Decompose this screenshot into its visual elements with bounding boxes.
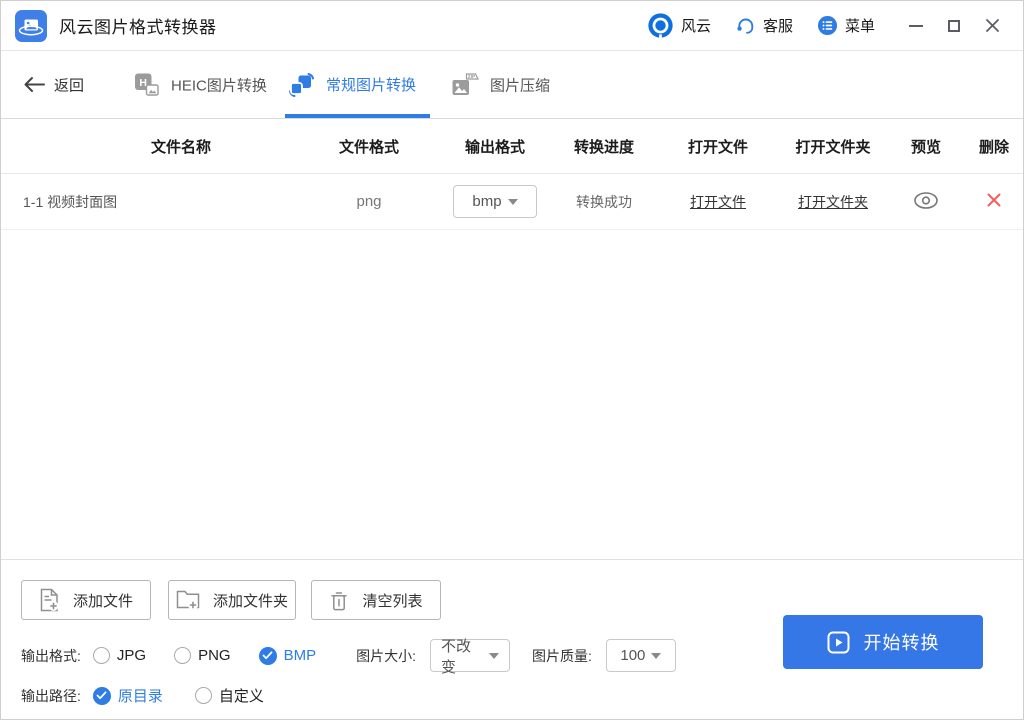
output-format-label: 输出格式: [21,647,81,664]
support-button[interactable]: 客服 [735,15,793,36]
output-path-label: 输出路径: [21,687,81,704]
add-file-icon [40,588,59,612]
clear-list-label: 清空列表 [362,592,423,610]
active-tab-underline [285,114,430,118]
format-option-jpg-label: JPG [116,647,147,664]
header-progress: 转换进度 [573,138,634,156]
format-option-bmp[interactable]: BMP [258,646,317,665]
tab-regular-label: 常规图片转换 [326,77,417,94]
image-size-label: 图片大小: [356,647,416,664]
regular-convert-icon [289,72,314,97]
header-file-name: 文件名称 [150,138,211,156]
app-logo-icon [15,9,47,42]
close-icon [985,19,999,32]
start-convert-label: 开始转换 [863,633,940,653]
tab-regular-convert[interactable]: 常规图片转换 [288,72,416,98]
minimize-button[interactable] [901,11,931,41]
window-controls [901,11,1007,41]
path-option-custom-label: 自定义 [218,688,264,705]
maximize-icon [948,19,960,32]
settings-row: 输出格式: JPG PNG BMP 图片大小: 不改变 图片质量: 100 [21,638,676,676]
menu-button[interactable]: 菜单 [817,15,875,36]
add-folder-label: 添加文件夹 [212,592,288,610]
table-row: 1-1 视频封面图 png bmp 转换成功 打开文件 打开文件夹 [1,174,1023,230]
open-file-link[interactable]: 打开文件 [690,194,746,210]
tab-compress-label: 图片压缩 [490,77,551,94]
tab-heic-convert[interactable]: H HEIC图片转换 [134,72,267,97]
tab-bar: 返回 H HEIC图片转换 常规图片转换 ZIP 图片压缩 [1,51,1023,119]
titlebar: 风云图片格式转换器 风云 客服 菜单 [1,1,1023,51]
chevron-down-icon [489,652,499,659]
image-quality-label: 图片质量: [532,647,592,664]
delete-x-icon [987,193,1001,207]
clear-list-button[interactable]: 清空列表 [311,580,441,620]
image-size-value: 不改变 [441,637,472,676]
menu-label: 菜单 [844,18,875,35]
output-path-row: 输出路径: 原目录 自定义 [21,685,264,706]
radio-checked-icon [258,646,277,665]
header-output-format: 输出格式 [464,138,525,156]
header-open-folder: 打开文件夹 [795,138,871,156]
format-option-bmp-label: BMP [283,647,317,664]
open-folder-link[interactable]: 打开文件夹 [798,194,868,210]
header-preview: 预览 [910,138,941,156]
add-folder-icon [176,590,200,610]
output-format-value: bmp [472,193,502,210]
add-file-button[interactable]: 添加文件 [21,580,151,620]
add-file-label: 添加文件 [72,592,133,610]
cell-file-name: 1-1 视频封面图 [23,193,118,210]
format-option-jpg[interactable]: JPG [92,647,147,664]
image-quality-dropdown[interactable]: 100 [605,639,676,672]
app-title: 风云图片格式转换器 [59,18,217,37]
add-folder-button[interactable]: 添加文件夹 [168,580,296,620]
back-label: 返回 [54,77,85,94]
eye-icon [914,191,938,209]
cell-source-format: png [356,193,382,210]
delete-button[interactable] [986,192,1002,208]
header-delete: 删除 [978,138,1009,156]
minimize-icon [909,24,923,27]
play-icon [827,631,849,653]
table-header: 文件名称 文件格式 输出格式 转换进度 打开文件 打开文件夹 预览 删除 [1,119,1023,174]
support-label: 客服 [762,18,793,35]
header-file-format: 文件格式 [338,138,399,156]
header-open-file: 打开文件 [687,138,748,156]
svg-text:ZIP: ZIP [468,74,475,79]
brand-label: 风云 [680,18,711,35]
close-button[interactable] [977,11,1007,41]
preview-button[interactable] [911,191,941,210]
fengyun-logo-icon [648,13,673,39]
chevron-down-icon [507,198,518,205]
start-convert-button[interactable]: 开始转换 [783,615,983,669]
format-option-png[interactable]: PNG [174,647,231,664]
maximize-button[interactable] [939,11,969,41]
format-option-png-label: PNG [198,647,231,664]
radio-unchecked-icon [92,647,110,664]
brand-button[interactable]: 风云 [647,12,711,39]
radio-checked-icon [92,686,111,705]
path-option-original[interactable]: 原目录 [92,685,163,706]
cell-progress: 转换成功 [576,193,632,210]
back-arrow-icon [24,77,45,92]
tab-compress[interactable]: ZIP 图片压缩 [451,72,550,97]
image-size-dropdown[interactable]: 不改变 [430,638,510,676]
path-option-custom[interactable]: 自定义 [194,685,264,706]
menu-icon [817,15,838,36]
heic-convert-icon: H [135,73,159,96]
radio-unchecked-icon [174,647,192,664]
back-button[interactable]: 返回 [23,74,84,95]
path-option-original-label: 原目录 [117,688,163,705]
trash-icon [331,591,348,610]
radio-unchecked-icon [194,687,212,704]
image-quality-value: 100 [620,647,646,664]
chevron-down-icon [651,652,662,659]
app-window: 风云图片格式转换器 风云 客服 菜单 返回 H HEIC图片转换 常规图片转换 … [0,0,1024,720]
headset-icon [737,18,754,34]
output-format-dropdown[interactable]: bmp [453,185,537,218]
bottom-panel: 添加文件 添加文件夹 清空列表 输出格式: JPG PNG BMP 图片大小: … [1,559,1023,719]
image-compress-icon: ZIP [452,72,479,95]
tab-heic-label: HEIC图片转换 [171,77,267,94]
